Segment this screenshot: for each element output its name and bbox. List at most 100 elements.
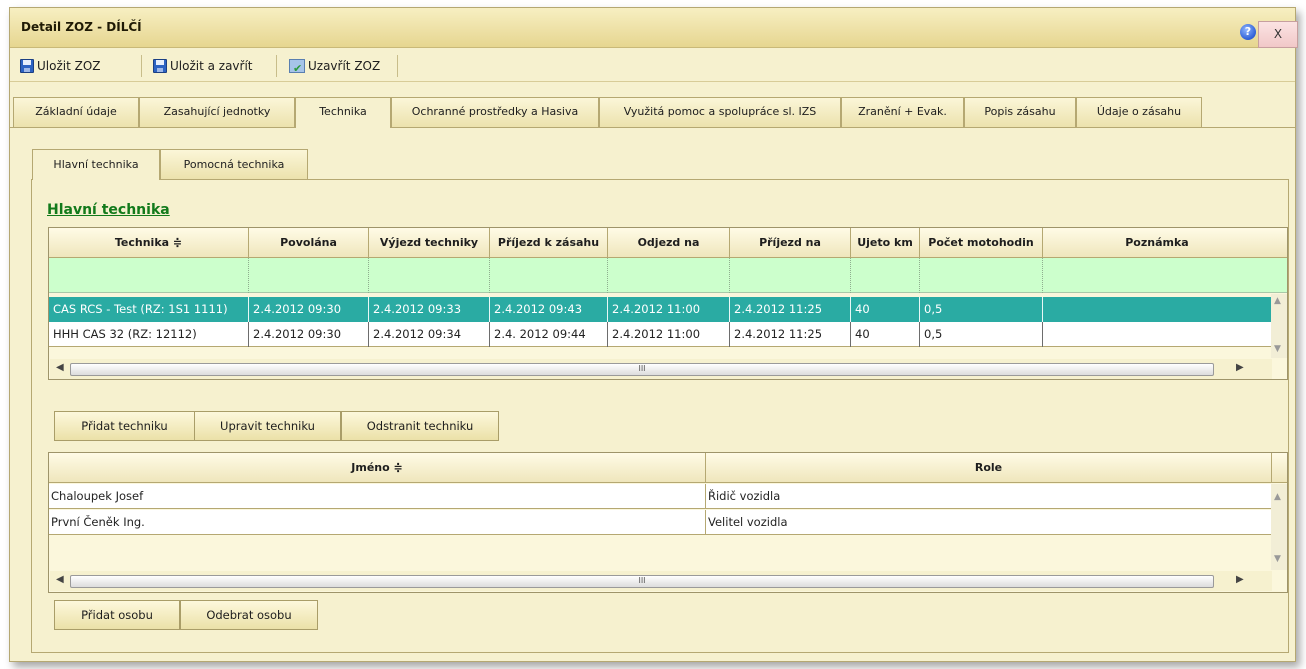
crew-grid-header: Jméno ≑ Role [49, 453, 1287, 483]
filter-cell[interactable] [851, 258, 920, 293]
close-document-icon [289, 59, 305, 79]
subtab-pomocna-technika[interactable]: Pomocná technika [160, 149, 308, 179]
tab-udaje-o-zasahu[interactable]: Údaje o zásahu [1076, 97, 1202, 127]
save-close-button[interactable]: Uložit a zavřít [153, 56, 253, 76]
filter-cell[interactable] [920, 258, 1043, 293]
filter-cell[interactable] [249, 258, 369, 293]
cell-povolana: 2.4.2012 09:30 [249, 322, 369, 347]
help-icon[interactable]: ? [1240, 24, 1256, 40]
table-row[interactable]: První Čeněk Ing. Velitel vozidla [49, 510, 1271, 535]
vehicle-grid: Technika ≑ Povolána Výjezd techniky Příj… [48, 227, 1288, 380]
subtab-hlavni-technika[interactable]: Hlavní technika [32, 149, 160, 180]
cell-prijezd-na-zakladnu: 2.4.2012 11:25 [730, 297, 851, 322]
cell-poznamka [1043, 297, 1271, 322]
scroll-up-icon[interactable]: ▲ [1274, 492, 1281, 502]
filter-cell[interactable] [730, 258, 851, 293]
filter-cell[interactable] [369, 258, 490, 293]
cell-motohodiny: 0,5 [920, 322, 1043, 347]
column-header-role[interactable]: Role [706, 453, 1272, 483]
tab-ochranne-prostredky[interactable]: Ochranné prostředky a Hasiva [391, 97, 599, 127]
tab-technika[interactable]: Technika [295, 97, 391, 128]
add-person-button[interactable]: Přidat osobu [54, 600, 180, 630]
column-header-prijezd-na-zakladnu[interactable]: Příjezd na základnu [730, 228, 851, 278]
cell-povolana: 2.4.2012 09:30 [249, 297, 369, 322]
cell-poznamka [1043, 322, 1271, 347]
scroll-down-icon[interactable]: ▼ [1274, 554, 1281, 564]
floppy-disk-icon [20, 59, 34, 73]
save-button[interactable]: Uložit ZOZ [20, 56, 101, 76]
cell-vyjezd: 2.4.2012 09:34 [369, 322, 490, 347]
remove-vehicle-button[interactable]: Odstranit techniku [341, 411, 499, 441]
crew-grid: Jméno ≑ Role Chaloupek Josef Řidič vozid… [48, 452, 1288, 593]
tab-zraneni-evak[interactable]: Zranění + Evak. [841, 97, 964, 127]
title-bar: Detail ZOZ - DÍLČÍ ? X [10, 8, 1298, 48]
column-header-vyjezd[interactable]: Výjezd techniky [369, 228, 490, 258]
sort-icon: ≑ [393, 461, 403, 474]
table-row[interactable]: Chaloupek Josef Řidič vozidla [49, 484, 1271, 509]
window-title: Detail ZOZ - DÍLČÍ [21, 20, 142, 34]
scrollbar-thumb[interactable]: III [70, 363, 1214, 376]
column-label: Jméno [351, 461, 390, 474]
cell-jmeno: Chaloupek Josef [49, 484, 706, 509]
scroll-right-icon[interactable]: ▶ [1236, 362, 1244, 373]
cell-jmeno: První Čeněk Ing. [49, 510, 706, 535]
cell-ujeto-km: 40 [851, 322, 920, 347]
vertical-scrollbar[interactable]: ▲ ▼ [1271, 294, 1287, 358]
column-header-prijezd-k-zasahu[interactable]: Příjezd k zásahu [490, 228, 608, 258]
tab-zasahujici-jednotky[interactable]: Zasahující jednotky [139, 97, 295, 127]
cell-vyjezd: 2.4.2012 09:33 [369, 297, 490, 322]
column-header-poznamka[interactable]: Poznámka [1043, 228, 1271, 258]
vertical-scrollbar[interactable]: ▲ ▼ [1271, 484, 1287, 570]
table-row[interactable]: CAS RCS - Test (RZ: 1S1 1111) 2.4.2012 0… [49, 297, 1271, 322]
sort-icon: ≑ [172, 236, 183, 249]
column-header-jmeno[interactable]: Jméno ≑ [49, 453, 706, 483]
cell-ujeto-km: 40 [851, 297, 920, 322]
filter-cell[interactable] [49, 258, 249, 293]
scroll-left-icon[interactable]: ◀ [56, 574, 64, 585]
add-vehicle-button[interactable]: Přidat techniku [54, 411, 195, 441]
vehicle-grid-header: Technika ≑ Povolána Výjezd techniky Příj… [49, 228, 1287, 278]
close-zoz-button-label: Uzavřít ZOZ [308, 59, 381, 73]
detail-window: Detail ZOZ - DÍLČÍ ? X Uložit ZOZ Uložit… [9, 7, 1298, 663]
cell-role: Řidič vozidla [708, 489, 781, 503]
filter-cell[interactable] [608, 258, 730, 293]
save-button-label: Uložit ZOZ [37, 59, 101, 73]
cell-technika: HHH CAS 32 (RZ: 12112) [49, 322, 249, 347]
tab-popis-zasahu[interactable]: Popis zásahu [964, 97, 1076, 127]
cell-role: Velitel vozidla [708, 515, 788, 529]
cell-odjezd: 2.4.2012 11:00 [608, 322, 730, 347]
filter-cell[interactable] [490, 258, 608, 293]
column-header-motohodiny[interactable]: Počet motohodin [920, 228, 1043, 258]
scroll-down-icon[interactable]: ▼ [1274, 344, 1281, 354]
column-header-ujeto-km[interactable]: Ujeto km [851, 228, 920, 258]
remove-person-button[interactable]: Odebrat osobu [180, 600, 318, 630]
cell-prijezd-na-zakladnu: 2.4.2012 11:25 [730, 322, 851, 347]
horizontal-scrollbar[interactable]: ◀ III ▶ [50, 571, 1272, 591]
horizontal-scrollbar[interactable]: ◀ III ▶ [50, 359, 1272, 379]
toolbar-separator [397, 55, 398, 77]
column-header-povolana[interactable]: Povolána [249, 228, 369, 258]
scrollbar-thumb[interactable]: III [70, 575, 1214, 588]
cell-technika: CAS RCS - Test (RZ: 1S1 1111) [49, 297, 249, 322]
scroll-left-icon[interactable]: ◀ [56, 362, 64, 373]
section-title: Hlavní technika [47, 202, 170, 218]
cell-prijezd-k-zasahu: 2.4.2012 09:43 [490, 297, 608, 322]
floppy-disk-icon [153, 59, 167, 73]
edit-vehicle-button[interactable]: Upravit techniku [194, 411, 341, 441]
toolbar-separator [276, 55, 277, 77]
close-zoz-button[interactable]: Uzavřít ZOZ [289, 56, 381, 79]
table-row[interactable]: HHH CAS 32 (RZ: 12112) 2.4.2012 09:30 2.… [49, 322, 1271, 347]
technika-panel: Hlavní technika Pomocná technika Hlavní … [10, 128, 1295, 663]
close-button[interactable]: X [1258, 21, 1298, 48]
scroll-right-icon[interactable]: ▶ [1236, 574, 1244, 585]
column-header-odjezd[interactable]: Odjezd na základnu [608, 228, 730, 278]
cell-motohodiny: 0,5 [920, 297, 1043, 322]
save-close-button-label: Uložit a zavřít [170, 59, 253, 73]
tab-vyuzita-pomoc[interactable]: Využitá pomoc a spolupráce sl. IZS [599, 97, 841, 127]
column-header-technika[interactable]: Technika ≑ [49, 228, 249, 258]
tab-zakladni-udaje[interactable]: Základní údaje [13, 97, 139, 127]
scroll-up-icon[interactable]: ▲ [1274, 296, 1281, 306]
toolbar: Uložit ZOZ Uložit a zavřít Uzavřít ZOZ [10, 49, 1295, 82]
filter-row[interactable] [49, 258, 1287, 293]
toolbar-separator [141, 55, 142, 77]
